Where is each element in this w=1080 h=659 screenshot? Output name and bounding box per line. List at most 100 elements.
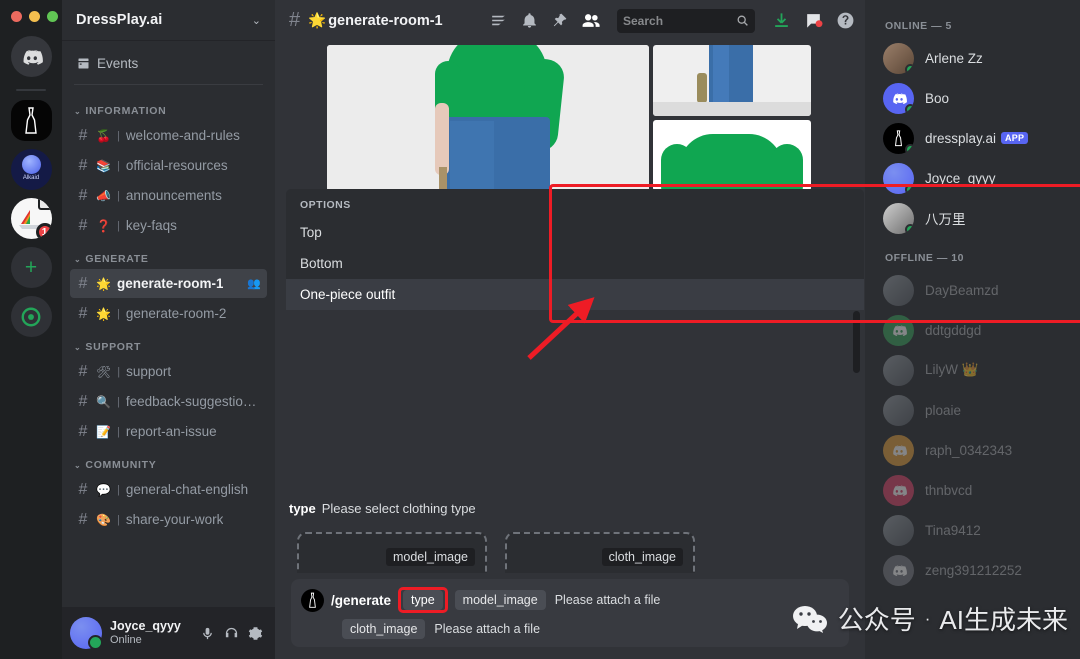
category-generate[interactable]: ⌄ GENERATE xyxy=(62,241,275,269)
sidebar-item-welcome-and-rules[interactable]: # 🍒 | welcome-and-rules xyxy=(70,121,267,150)
sidebar-categories: ⌄ INFORMATION # 🍒 | welcome-and-rules # 📚 | offic… xyxy=(62,93,275,534)
bell-icon[interactable] xyxy=(521,12,538,29)
avatar[interactable] xyxy=(883,82,914,114)
model-outfit-photo[interactable] xyxy=(327,45,649,191)
avatar[interactable] xyxy=(883,274,914,306)
status-badge: APP xyxy=(1001,132,1029,144)
member-row[interactable]: Arlene Zz xyxy=(865,38,1080,78)
avatar[interactable] xyxy=(883,42,914,74)
avatar[interactable] xyxy=(883,474,914,506)
server-icon-sailboat[interactable]: 1 xyxy=(10,198,52,239)
member-list[interactable]: ONLINE — 5 Arlene Zz Boo dressplay.ai APP Jo… xyxy=(865,0,1080,659)
member-name: Tina9412 xyxy=(925,522,981,538)
avatar[interactable] xyxy=(883,514,914,546)
message-scrollbar[interactable] xyxy=(853,311,860,373)
category-community[interactable]: ⌄ COMMUNITY xyxy=(62,447,275,475)
member-row[interactable]: Boo xyxy=(865,78,1080,118)
chevron-down-icon[interactable]: ⌄ xyxy=(252,14,261,27)
microphone-icon[interactable] xyxy=(200,626,215,641)
dropdown-option-bottom[interactable]: Bottom xyxy=(286,248,864,279)
avatar[interactable] xyxy=(883,354,914,386)
options-dropdown[interactable]: OPTIONS Top Bottom One-piece outfit xyxy=(286,189,864,310)
avatar[interactable] xyxy=(883,394,914,426)
sidebar-item-announcements[interactable]: # 📣 | announcements xyxy=(70,181,267,210)
headphones-icon[interactable] xyxy=(224,626,239,641)
sidebar-item-events[interactable]: Events xyxy=(70,49,267,78)
member-row[interactable]: Joyce_qyyy xyxy=(865,158,1080,198)
member-row[interactable]: DayBeamzd xyxy=(865,270,1080,310)
window-traffic-lights xyxy=(0,4,62,28)
type-param-highlight[interactable]: type xyxy=(398,587,448,613)
channel-list[interactable]: Events ⌄ INFORMATION # 🍒 | welcome-and-rules #… xyxy=(62,41,275,607)
sidebar-item-report-an-issue[interactable]: # 📝 | report-an-issue xyxy=(70,417,267,446)
upload-model-image[interactable]: model_image Drag and drop or click to up… xyxy=(297,532,487,573)
param-chip-type[interactable]: type xyxy=(403,590,443,610)
param-value-cloth-image[interactable]: Please attach a file xyxy=(432,619,548,639)
member-row[interactable]: 八万里 xyxy=(865,198,1080,238)
avatar[interactable] xyxy=(883,162,914,194)
close-button[interactable] xyxy=(11,10,22,22)
explore-servers-button[interactable] xyxy=(10,296,52,337)
member-row[interactable]: raph_0342343 xyxy=(865,430,1080,470)
online-header: ONLINE — 5 xyxy=(885,20,952,32)
member-row[interactable]: ploaie xyxy=(865,390,1080,430)
server-header[interactable]: DressPlay.ai ⌄ xyxy=(62,0,275,41)
help-icon[interactable] xyxy=(836,11,855,30)
members-icon[interactable] xyxy=(581,11,600,30)
sidebar-item-official-resources[interactable]: # 📚 | official-resources xyxy=(70,151,267,180)
category-support[interactable]: ⌄ SUPPORT xyxy=(62,329,275,357)
sidebar-item-generate-room-2[interactable]: # 🌟 | generate-room-2 xyxy=(70,299,267,328)
param-chip-cloth-image[interactable]: cloth_image xyxy=(342,619,426,639)
param-chip-model-image[interactable]: model_image xyxy=(454,590,546,610)
member-row[interactable]: ddtgddgd xyxy=(865,310,1080,350)
member-row[interactable]: Tina9412 xyxy=(865,510,1080,550)
maximize-button[interactable] xyxy=(47,10,58,22)
avatar[interactable] xyxy=(883,434,914,466)
category-information[interactable]: ⌄ INFORMATION xyxy=(62,93,275,121)
command-second-line: cloth_image Please attach a file xyxy=(301,619,839,639)
sidebar-item-feedback-suggestio…[interactable]: # 🔍 | feedback-suggestio… xyxy=(70,387,267,416)
upload-cloth-image[interactable]: cloth_image Drag and drop or click to up… xyxy=(505,532,695,573)
add-member-icon[interactable]: 👥 xyxy=(247,277,261,290)
sidebar-item-generate-room-1[interactable]: # 🌟 generate-room-1 👥 xyxy=(70,269,267,298)
member-name: thnbvcd xyxy=(925,482,973,498)
member-row[interactable]: dressplay.ai APP xyxy=(865,118,1080,158)
dropdown-option-top[interactable]: Top xyxy=(286,217,864,248)
member-name: Arlene Zz xyxy=(925,50,983,66)
app-launcher-icon[interactable] xyxy=(804,11,823,30)
channel-separator: | xyxy=(116,307,120,320)
dress-logo-icon xyxy=(894,129,903,146)
param-value-model-image[interactable]: Please attach a file xyxy=(553,590,669,610)
search-input[interactable]: Search xyxy=(617,8,755,33)
pin-icon[interactable] xyxy=(551,12,568,29)
avatar[interactable] xyxy=(883,202,914,234)
sidebar-item-general-chat-english[interactable]: # 💬 | general-chat-english xyxy=(70,475,267,504)
avatar[interactable] xyxy=(883,122,914,154)
threads-icon[interactable] xyxy=(489,11,508,30)
category-label: INFORMATION xyxy=(85,105,167,117)
user-panel[interactable]: Joyce_qyyy Online xyxy=(62,607,275,659)
server-icon-dressplay[interactable] xyxy=(10,100,52,141)
jeans-photo[interactable] xyxy=(653,45,811,116)
avatar[interactable] xyxy=(883,554,914,586)
command-input[interactable]: /generate type model_image Please attach… xyxy=(291,579,849,647)
member-row[interactable]: zeng391212252 xyxy=(865,550,1080,590)
channel-separator: | xyxy=(116,513,120,526)
chevron-down-icon: ⌄ xyxy=(74,106,82,116)
sidebar-item-share-your-work[interactable]: # 🎨 | share-your-work xyxy=(70,505,267,534)
discord-home-button[interactable] xyxy=(10,36,52,77)
discord-logo-icon xyxy=(893,93,907,104)
member-row[interactable]: LilyW 👑 xyxy=(865,350,1080,390)
sidebar-item-support[interactable]: # 🛠 | support xyxy=(70,357,267,386)
member-name: ddtgddgd xyxy=(925,322,982,338)
sidebar-item-key-faqs[interactable]: # ❓ | key-faqs xyxy=(70,211,267,240)
avatar[interactable] xyxy=(70,617,103,650)
inbox-icon[interactable] xyxy=(772,11,791,30)
server-icon-alkaid[interactable]: Alkaid xyxy=(10,149,52,190)
avatar[interactable] xyxy=(883,314,914,346)
add-server-button[interactable]: + xyxy=(10,247,52,288)
minimize-button[interactable] xyxy=(29,10,40,22)
member-row[interactable]: thnbvcd xyxy=(865,470,1080,510)
green-sweater-photo[interactable] xyxy=(653,120,811,191)
gear-icon[interactable] xyxy=(248,626,263,641)
